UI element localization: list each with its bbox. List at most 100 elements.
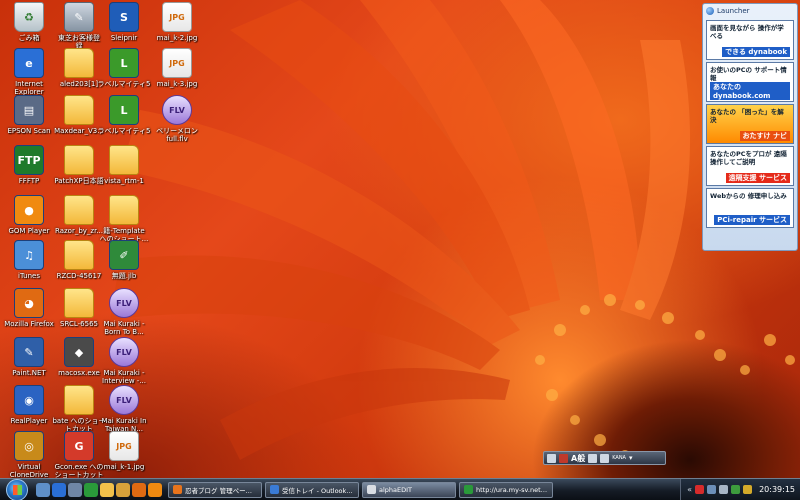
firefox-icon[interactable] xyxy=(132,482,146,497)
launcher-titlebar: Launcher xyxy=(703,4,797,18)
power-icon[interactable] xyxy=(743,485,753,494)
launcher-item-brand: あなたの dynabook.com xyxy=(710,82,790,100)
executable-icon: ◆ xyxy=(64,337,94,367)
launcher-item-dynabook-com[interactable]: お使いのPCの サポート情報 あなたの dynabook.com xyxy=(706,62,794,102)
desktop-icon[interactable]: JPG mai_k-2.jpg xyxy=(146,2,208,42)
recycle-bin-icon: ♻ xyxy=(14,2,44,32)
desktop-icon[interactable]: 籍-Template へのショート... xyxy=(93,195,155,243)
update-icon[interactable] xyxy=(731,485,741,494)
network-icon[interactable] xyxy=(707,485,717,494)
folder-icon xyxy=(109,145,139,175)
keyboard-icon[interactable] xyxy=(547,453,556,463)
launcher-item-dekiru-dynabook[interactable]: 画面を見ながら 操作が学べる できる dynabook xyxy=(706,20,794,60)
ime-mode[interactable]: A般 xyxy=(571,453,585,464)
mail-icon xyxy=(270,485,279,494)
launcher-item-brand: PCi-repair サービス xyxy=(714,215,790,225)
folder-icon xyxy=(64,195,94,225)
label-mighty-icon: L xyxy=(109,48,139,78)
internet-explorer-icon[interactable] xyxy=(52,482,66,497)
folder-icon xyxy=(64,48,94,78)
realplayer-icon: ◉ xyxy=(14,385,44,415)
desktop-icon[interactable]: JPG mai_k-3.jpg xyxy=(146,48,208,88)
desktop-icon-label: mai_k-2.jpg xyxy=(156,34,198,42)
flv-video-icon: FLV xyxy=(109,288,139,318)
desktop-icon-label: Mai Kuraki - Interview -... xyxy=(102,369,146,385)
folder-icon[interactable] xyxy=(100,482,114,497)
launcher-item-text: あなたの 「困った」を解決 xyxy=(710,108,784,124)
taskbar: 忍者ブログ 管理ページ... 受信トレイ - Outlook E... alph… xyxy=(0,478,800,500)
launcher-item-text: あなたのPCをプロが 遠隔操作してご説明 xyxy=(710,150,787,166)
desktop-icon[interactable]: FLV Mai Kuraki - Interview -... xyxy=(93,337,155,385)
ffftp-icon: FTP xyxy=(14,145,44,175)
launcher-item-remote-support[interactable]: あなたのPCをプロが 遠隔操作してご説明 遠隔支援 サービス xyxy=(706,146,794,186)
desktop: ♻ ごみ箱 e Internet Explorer ▤ EPSON Scan FTP FFFT… xyxy=(0,0,800,500)
launcher-icon xyxy=(706,7,714,15)
desktop-icon-label: 無題.jlb xyxy=(111,272,137,280)
task-buttons: 忍者ブログ 管理ページ... 受信トレイ - Outlook E... alph… xyxy=(168,481,553,498)
desktop-icon-label: ラベルマイティ5 xyxy=(97,80,151,88)
desktop-icon-label: vista_rtm-1 xyxy=(104,177,144,185)
paint-net-icon: ✎ xyxy=(14,337,44,367)
system-tray: « 20:39:15 xyxy=(680,478,800,500)
task-ninja-blog[interactable]: 忍者ブログ 管理ページ... xyxy=(168,481,262,498)
itunes-icon: ♫ xyxy=(14,240,44,270)
folder-icon xyxy=(64,95,94,125)
language-bar[interactable]: A般 KANA ▾ xyxy=(543,451,666,465)
desktop-icon[interactable]: FLV ベリーメロン full.flv xyxy=(146,95,208,143)
browser-icon xyxy=(173,485,182,494)
kana-indicator[interactable]: KANA xyxy=(612,455,626,461)
task-label: alphaEDIT xyxy=(379,485,413,494)
launcher-title: Launcher xyxy=(717,7,750,15)
desktop-icon-label: Internet Explorer xyxy=(14,80,44,96)
desktop-icon-label: Mozilla Firefox xyxy=(4,320,54,328)
kaspersky-icon[interactable] xyxy=(695,485,705,494)
tray-expand-icon[interactable]: « xyxy=(687,485,692,494)
gcon-icon: G xyxy=(64,431,94,461)
launcher-item-text: お使いのPCの サポート情報 xyxy=(710,66,787,82)
folder-icon xyxy=(64,145,94,175)
help-icon[interactable] xyxy=(588,453,598,463)
desktop-icon-label: ごみ箱 xyxy=(18,34,40,42)
volume-icon[interactable] xyxy=(719,485,729,494)
switch-windows-icon[interactable] xyxy=(68,482,82,497)
flv-video-icon: FLV xyxy=(162,95,192,125)
launcher-item-otasuke-navi[interactable]: あなたの 「困った」を解決 おたすけ ナビ xyxy=(706,104,794,144)
launcher-item-text: 画面を見ながら 操作が学べる xyxy=(710,24,784,40)
launcher-item-brand: 遠隔支援 サービス xyxy=(725,173,790,183)
task-sleipnir-browser[interactable]: http://ura.my-sv.net/ ... xyxy=(459,481,553,498)
desktop-icon-label: Paint.NET xyxy=(12,369,46,377)
explorer-icon[interactable] xyxy=(116,482,130,497)
task-label: 忍者ブログ 管理ページ... xyxy=(185,486,257,495)
flv-video-icon: FLV xyxy=(109,337,139,367)
desktop-icon-label: Mai Kuraki - Born To B... xyxy=(103,320,145,336)
desktop-icon-label: ラベルマイティ5 xyxy=(97,127,151,135)
clock[interactable]: 20:39:15 xyxy=(759,485,795,494)
show-desktop-icon[interactable] xyxy=(36,482,50,497)
gom-player-icon[interactable] xyxy=(148,482,162,497)
dictionary-icon[interactable] xyxy=(600,453,610,463)
ime-pad-icon[interactable] xyxy=(559,453,568,463)
desktop-icon[interactable]: FLV Mai Kuraki - Born To B... xyxy=(93,288,155,336)
image-file-icon: JPG xyxy=(109,431,139,461)
launcher-item-pci-repair[interactable]: Webからの 修理申し込み PCi-repair サービス xyxy=(706,188,794,228)
desktop-icon[interactable]: vista_rtm-1 xyxy=(93,145,155,185)
sleipnir-icon[interactable] xyxy=(84,482,98,497)
sleipnir-icon: S xyxy=(109,2,139,32)
task-outlook-inbox[interactable]: 受信トレイ - Outlook E... xyxy=(265,481,359,498)
start-button[interactable] xyxy=(6,478,28,500)
desktop-icon-label: ベリーメロン full.flv xyxy=(156,127,198,143)
editor-icon xyxy=(367,485,376,494)
gom-player-icon: ● xyxy=(14,195,44,225)
desktop-icon-label: iTunes xyxy=(18,272,40,280)
desktop-icon[interactable]: FLV Mai Kuraki In Taiwan N... xyxy=(93,385,155,433)
desktop-icon[interactable]: JPG mai_k-1.jpg xyxy=(93,431,155,471)
sleipnir-icon xyxy=(464,485,473,494)
language-bar-options-icon[interactable]: ▾ xyxy=(629,454,633,462)
desktop-icon-label: GOM Player xyxy=(8,227,50,235)
desktop-icon-label: mai_k-3.jpg xyxy=(156,80,198,88)
internet-explorer-icon: e xyxy=(14,48,44,78)
folder-icon xyxy=(64,288,94,318)
task-label: http://ura.my-sv.net/ ... xyxy=(476,485,548,494)
desktop-icon[interactable]: ✐ 無題.jlb xyxy=(93,240,155,280)
task-alphaedit[interactable]: alphaEDIT xyxy=(362,481,456,498)
